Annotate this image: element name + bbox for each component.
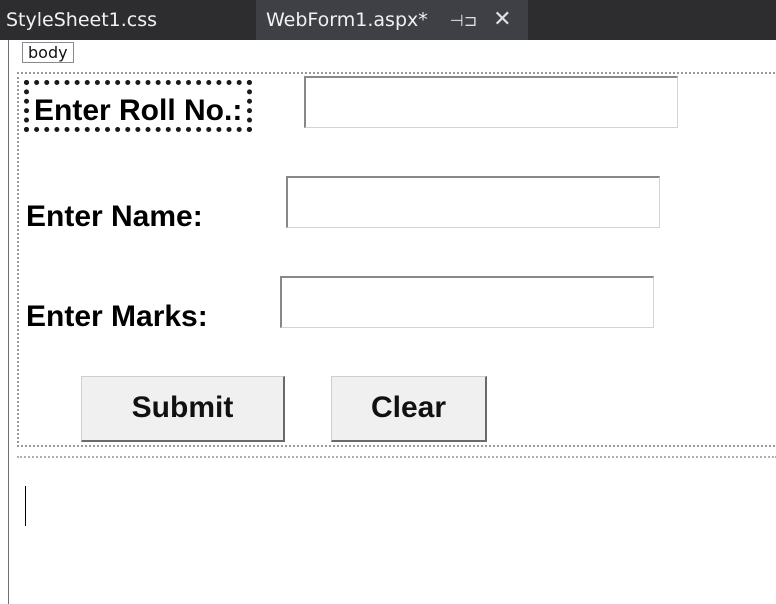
tab-label: WebForm1.aspx* [266, 9, 428, 31]
section-divider [17, 456, 776, 458]
roll-number-input[interactable] [304, 76, 678, 128]
marks-label: Enter Marks: [26, 300, 208, 333]
name-input[interactable] [286, 176, 660, 228]
close-icon[interactable]: ✕ [493, 9, 511, 31]
document-tab-bar: StyleSheet1.css WebForm1.aspx* ⊣⊐ ✕ [0, 0, 776, 40]
tag-label: body [28, 43, 68, 62]
roll-number-label[interactable]: Enter Roll No.: [24, 80, 253, 132]
tab-webform[interactable]: WebForm1.aspx* ⊣⊐ ✕ [256, 0, 528, 40]
name-label: Enter Name: [26, 200, 203, 233]
clear-button[interactable]: Clear [331, 376, 487, 442]
submit-button[interactable]: Submit [81, 376, 285, 442]
marks-input[interactable] [280, 276, 654, 328]
tab-stylesheet[interactable]: StyleSheet1.css [0, 0, 256, 40]
designer-left-edge [8, 40, 9, 604]
pin-icon[interactable]: ⊣⊐ [450, 11, 477, 30]
tab-label: StyleSheet1.css [6, 9, 158, 31]
element-tag-breadcrumb[interactable]: body [22, 42, 74, 63]
text-caret [25, 486, 26, 526]
roll-number-label-text: Enter Roll No.: [34, 94, 243, 127]
